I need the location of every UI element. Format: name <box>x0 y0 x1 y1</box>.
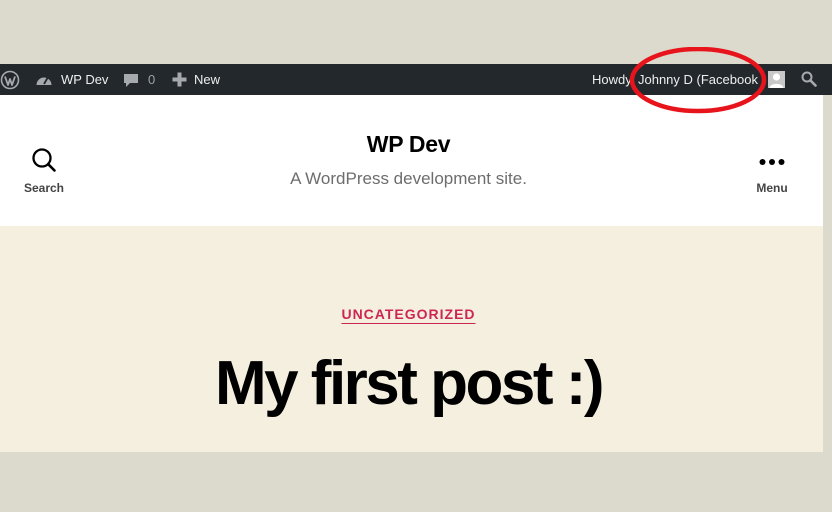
menu-toggle-button[interactable]: Menu <box>732 147 812 195</box>
post-categories: UNCATEGORIZED <box>0 306 817 324</box>
ellipsis-icon <box>758 159 786 176</box>
site-header: Search WP Dev A WordPress development si… <box>0 95 823 226</box>
avatar-icon[interactable] <box>768 71 785 88</box>
admin-bar: WP Dev 0 New Howdy, Johnny D (Facebook <box>0 64 823 95</box>
post-title: My first post :) <box>214 349 605 418</box>
post-header: UNCATEGORIZED My first post :) <box>0 226 823 452</box>
comments-link[interactable]: 0 <box>123 64 155 95</box>
comments-count: 0 <box>148 72 156 87</box>
dashboard-icon <box>35 72 53 88</box>
site-name-menu[interactable]: WP Dev <box>35 64 108 95</box>
scrollbar[interactable] <box>823 64 832 95</box>
site-title[interactable]: WP Dev <box>0 131 817 158</box>
wp-logo-menu[interactable] <box>0 64 20 95</box>
new-label: New <box>194 72 221 87</box>
category-link[interactable]: UNCATEGORIZED <box>341 306 475 322</box>
search-icon[interactable] <box>801 71 817 90</box>
new-content-menu[interactable]: New <box>172 64 220 95</box>
howdy-text: Howdy, Johnny D (Facebook <box>592 72 758 87</box>
wordpress-logo-icon <box>0 70 20 90</box>
menu-toggle-label: Menu <box>756 181 788 195</box>
browser-viewport: WP Dev 0 New Howdy, Johnny D (Facebook S… <box>0 64 823 452</box>
comment-bubble-icon <box>123 72 139 88</box>
site-description: A WordPress development site. <box>290 169 527 188</box>
my-account-menu[interactable]: Howdy, Johnny D (Facebook <box>592 64 758 95</box>
site-name-label: WP Dev <box>61 72 109 87</box>
plus-icon <box>172 72 187 87</box>
